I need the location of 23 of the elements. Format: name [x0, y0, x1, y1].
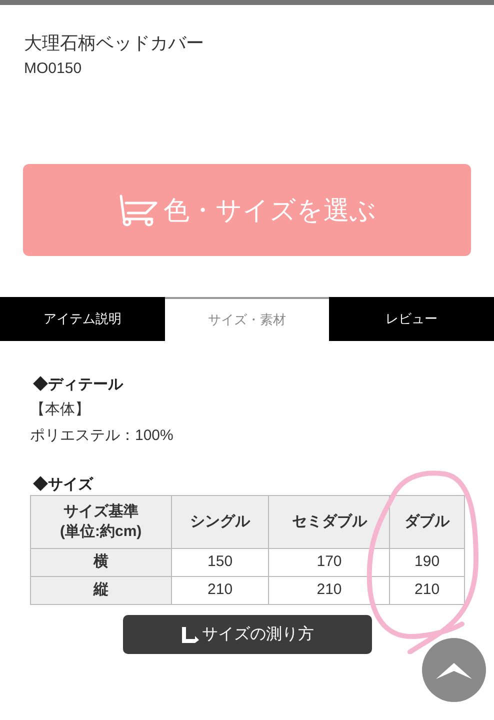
cart-icon	[118, 193, 160, 227]
row-header: 横	[30, 548, 172, 576]
section-heading: ◆サイズ	[33, 475, 93, 495]
column-header: セミダブル	[268, 496, 390, 548]
product-title: 大理石柄ベッドカバー	[24, 32, 204, 55]
table-cell: 190	[390, 548, 464, 576]
tab[interactable]: レビュー	[329, 297, 494, 341]
table-cell: 150	[171, 548, 269, 576]
table-cell: 170	[268, 548, 390, 576]
product-code: MO0150	[24, 59, 82, 79]
ruler-icon	[181, 626, 199, 644]
section-heading: ◆ディテール	[33, 375, 123, 395]
table-cell: 210	[268, 576, 390, 604]
detail-text: 【本体】	[30, 400, 90, 420]
column-header: ダブル	[390, 496, 464, 548]
column-header: シングル	[171, 496, 269, 548]
row-header: 縦	[30, 576, 172, 604]
column-header: サイズ基準 (単位:約cm)	[30, 496, 172, 548]
detail-text: ポリエステル：100%	[30, 426, 174, 446]
size-guide-button[interactable]: サイズの測り方	[123, 615, 372, 654]
tab[interactable]: アイテム説明	[0, 297, 165, 341]
table-cell: 210	[390, 576, 464, 604]
table-cell: 210	[171, 576, 269, 604]
